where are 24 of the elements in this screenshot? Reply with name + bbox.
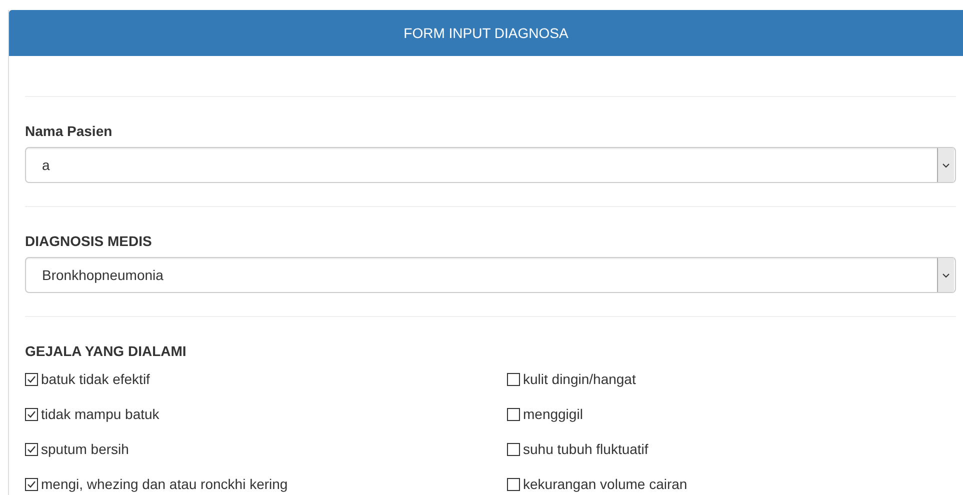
caret-icon (937, 148, 954, 182)
select-field[interactable]: Bronkhopneumonia (25, 257, 956, 293)
checkbox[interactable] (25, 478, 38, 490)
symptom-checkbox[interactable]: kulit dingin/hangat (507, 369, 956, 389)
symptom-checkbox[interactable]: sputum bersih (25, 439, 507, 459)
symptom-checkbox[interactable]: batuk tidak efektif (25, 369, 507, 389)
symptom-checkbox[interactable]: mengi, whezing dan atau ronckhi kering (25, 474, 507, 494)
symptom-checkbox[interactable]: menggigil (507, 404, 956, 424)
symptom-checkbox[interactable]: suhu tubuh fluktuatif (507, 439, 956, 459)
select-field[interactable]: a (25, 147, 956, 183)
checkbox[interactable] (25, 408, 38, 420)
field-label: Nama Pasien (25, 122, 114, 140)
caret-icon (937, 258, 954, 292)
symptom-checkbox[interactable]: kekurangan volume cairan (507, 474, 956, 494)
checkbox[interactable] (507, 372, 520, 386)
checkbox[interactable] (25, 372, 38, 386)
field-label: DIAGNOSIS MEDIS (25, 232, 153, 250)
symptom-checkbox[interactable]: tidak mampu batuk (25, 404, 507, 424)
section-label: GEJALA YANG DIALAMI (25, 342, 188, 360)
checkbox[interactable] (507, 408, 520, 420)
checkbox[interactable] (507, 478, 520, 490)
checkbox[interactable] (507, 442, 520, 456)
checkbox[interactable] (25, 442, 38, 456)
panel-title: FORM INPUT DIAGNOSA (404, 25, 568, 41)
